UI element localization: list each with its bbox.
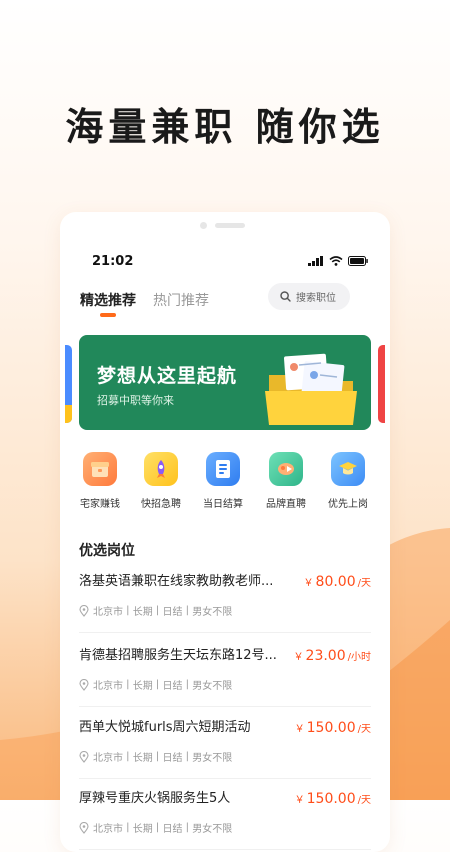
price-value: 150.00 <box>306 791 356 807</box>
job-term: 长期 <box>132 753 153 764</box>
job-price: ￥ 80.00/天 <box>304 571 371 590</box>
job-title: 肯德基招聘服务生天坛东路12号... <box>79 648 277 663</box>
prev-banner-peek[interactable] <box>65 345 72 423</box>
home-box-icon <box>83 452 117 486</box>
status-icons <box>308 256 368 266</box>
speaker-bar <box>215 223 245 228</box>
quick-link-label: 当日结算 <box>203 499 243 510</box>
next-banner-peek[interactable] <box>378 345 385 423</box>
job-term: 长期 <box>132 824 153 835</box>
brand-tag-icon <box>269 452 303 486</box>
price-value: 80.00 <box>315 574 356 590</box>
document-icon <box>206 452 240 486</box>
location-pin-icon <box>79 821 89 834</box>
quick-link-label: 品牌直聘 <box>266 499 306 510</box>
price-value: 23.00 <box>305 648 346 664</box>
price-unit: /天 <box>357 578 371 589</box>
headline: 海量兼职 随你选 <box>65 105 385 149</box>
quick-link-home-earn[interactable]: 宅家赚钱 <box>70 452 130 510</box>
location-pin-icon <box>79 604 89 617</box>
quick-link-urgent[interactable]: 快招急聘 <box>131 452 191 510</box>
quick-link-brand[interactable]: 品牌直聘 <box>256 452 316 510</box>
banner-title: 梦想从这里起航 <box>97 365 238 387</box>
status-time: 21:02 <box>92 254 134 269</box>
job-term: 长期 <box>132 607 153 618</box>
job-location: 北京市 <box>93 824 123 835</box>
tab-hot[interactable]: 热门推荐 <box>153 290 209 310</box>
quick-link-label: 宅家赚钱 <box>80 499 120 510</box>
job-settlement: 日结 <box>162 824 183 835</box>
job-meta: 北京市 | 长期 | 日结 | 男女不限 <box>79 603 232 618</box>
quick-link-label: 优先上岗 <box>328 499 368 510</box>
job-title: 厚辣号重庆火锅服务生5人 <box>79 791 231 806</box>
banner-subtitle: 招募中职等你来 <box>97 394 174 407</box>
job-price: ￥ 150.00/天 <box>295 717 371 736</box>
graduation-cap-icon <box>331 452 365 486</box>
job-card[interactable]: 洛基英语兼职在线家教助教老师... ￥ 80.00/天 北京市 | 长期 | 日结… <box>79 570 371 633</box>
job-meta: 北京市 | 长期 | 日结 | 男女不限 <box>79 820 232 835</box>
quick-links: 宅家赚钱 快招急聘 当日结算 品牌直聘 优先上岗 <box>60 452 390 512</box>
job-title: 洛基英语兼职在线家教助教老师... <box>79 574 274 589</box>
job-price: ￥ 150.00/天 <box>295 788 371 807</box>
job-location: 北京市 <box>93 753 123 764</box>
job-gender: 男女不限 <box>192 607 233 618</box>
active-tab-indicator <box>100 313 116 317</box>
job-term: 长期 <box>132 681 153 692</box>
quick-link-priority[interactable]: 优先上岗 <box>318 452 378 510</box>
job-card[interactable]: 厚辣号重庆火锅服务生5人 ￥ 150.00/天 北京市 | 长期 | 日结 | 男… <box>79 787 371 850</box>
folder-illustration <box>265 353 357 425</box>
job-title: 西单大悦城furls周六短期活动 <box>79 720 251 735</box>
price-currency: ￥ <box>293 652 304 663</box>
price-currency: ￥ <box>294 724 305 735</box>
location-pin-icon <box>79 750 89 763</box>
job-meta: 北京市 | 长期 | 日结 | 男女不限 <box>79 749 232 764</box>
search-icon <box>280 291 291 302</box>
job-location: 北京市 <box>93 681 123 692</box>
job-card[interactable]: 西单大悦城furls周六短期活动 ￥ 150.00/天 北京市 | 长期 | 日结… <box>79 716 371 779</box>
price-unit: /天 <box>357 795 371 806</box>
tab-featured[interactable]: 精选推荐 <box>80 290 136 310</box>
job-gender: 男女不限 <box>192 824 233 835</box>
quick-link-daily-pay[interactable]: 当日结算 <box>193 452 253 510</box>
section-title: 优选岗位 <box>79 543 135 559</box>
camera-dot <box>200 222 207 229</box>
tab-bar: 精选推荐 热门推荐 搜索职位 <box>80 283 370 330</box>
price-currency: ￥ <box>294 795 305 806</box>
job-settlement: 日结 <box>162 607 183 618</box>
search-input[interactable]: 搜索职位 <box>268 283 350 310</box>
job-settlement: 日结 <box>162 753 183 764</box>
price-value: 150.00 <box>306 720 356 736</box>
quick-link-label: 快招急聘 <box>141 499 181 510</box>
status-bar: 21:02 <box>60 254 390 274</box>
job-price: ￥ 23.00/小时 <box>294 645 371 664</box>
price-unit: /天 <box>357 724 371 735</box>
location-pin-icon <box>79 678 89 691</box>
wifi-icon <box>329 256 343 266</box>
search-placeholder: 搜索职位 <box>296 293 336 304</box>
battery-icon <box>348 256 368 266</box>
job-location: 北京市 <box>93 607 123 618</box>
job-settlement: 日结 <box>162 681 183 692</box>
phone-mockup: 21:02 精选推荐 热门推荐 搜索职位 梦想从这里起航 招募中职等你来 宅家赚… <box>60 212 390 852</box>
price-unit: /小时 <box>347 652 371 663</box>
job-card[interactable]: 肯德基招聘服务生天坛东路12号... ￥ 23.00/小时 北京市 | 长期 | … <box>79 644 371 707</box>
promo-banner[interactable]: 梦想从这里起航 招募中职等你来 <box>79 335 371 430</box>
rocket-icon <box>144 452 178 486</box>
job-gender: 男女不限 <box>192 681 233 692</box>
job-gender: 男女不限 <box>192 753 233 764</box>
signal-icon <box>308 256 323 266</box>
job-meta: 北京市 | 长期 | 日结 | 男女不限 <box>79 677 232 692</box>
price-currency: ￥ <box>303 578 314 589</box>
